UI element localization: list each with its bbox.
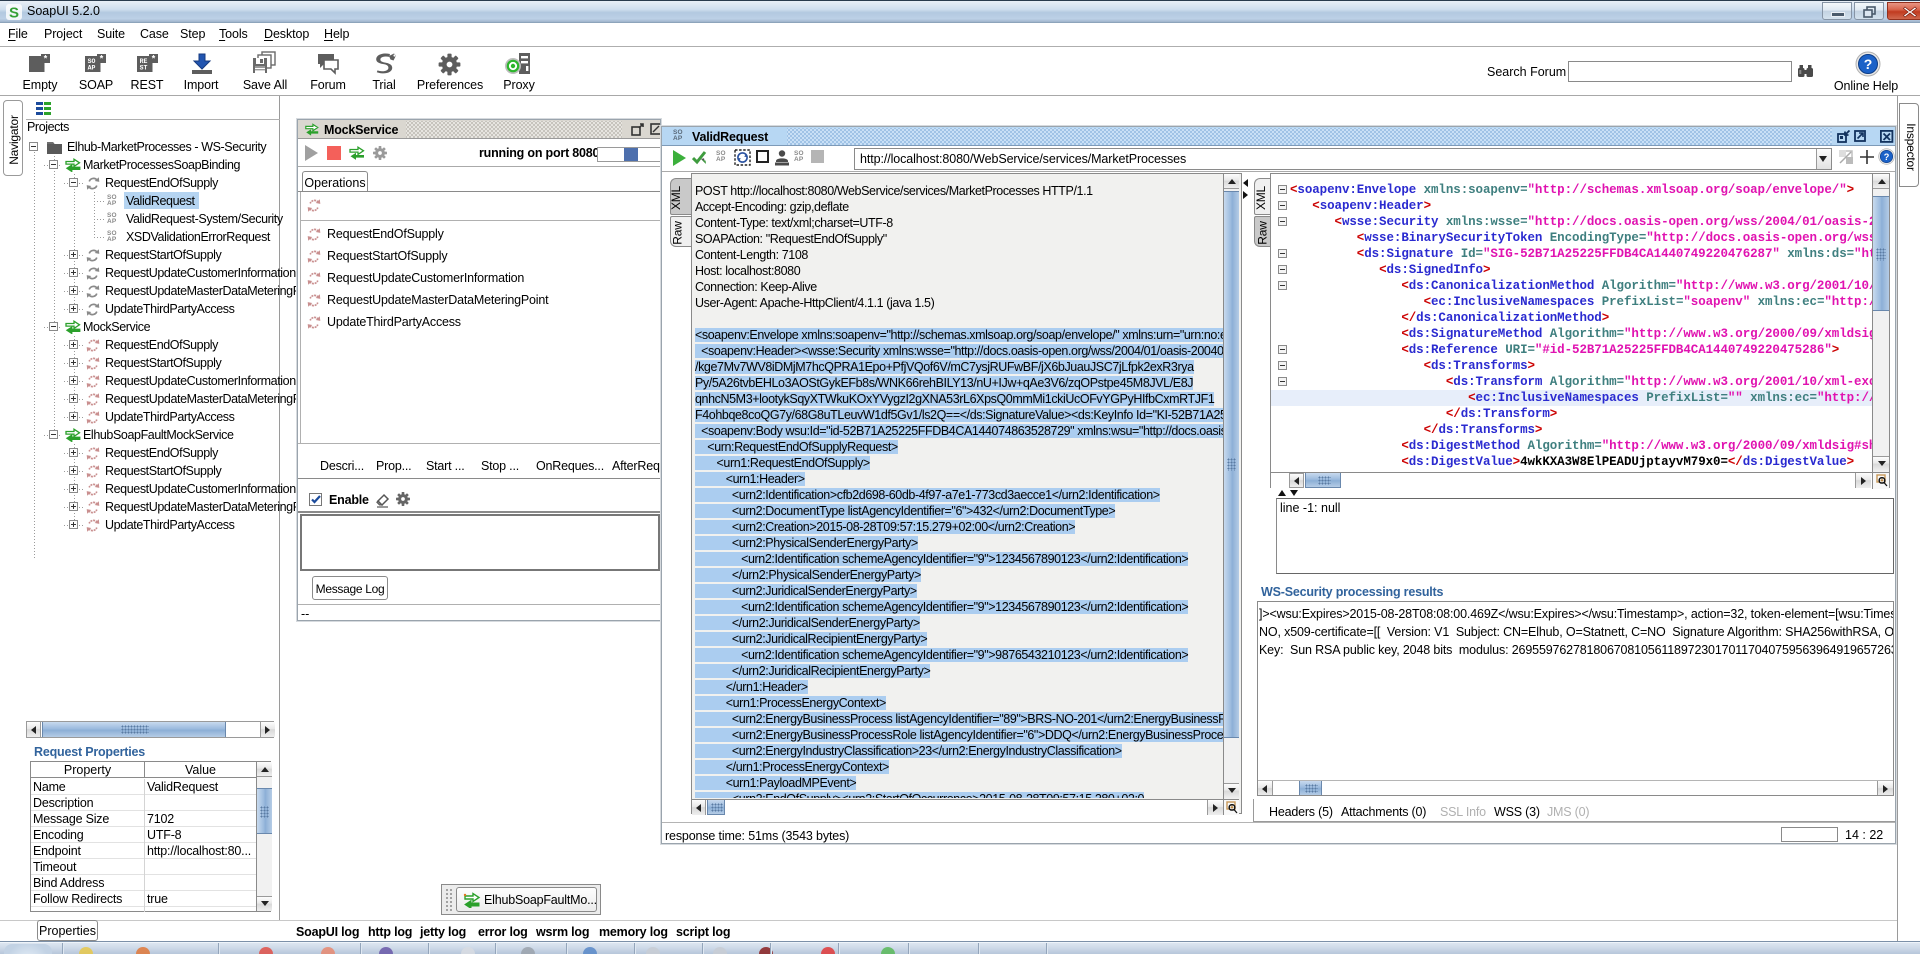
svg-text:*: * [44, 54, 48, 64]
svg-text:*: * [100, 54, 104, 64]
svg-text:*: * [152, 54, 156, 64]
svg-text:?: ? [1864, 56, 1873, 72]
svg-text:AP: AP [88, 65, 96, 72]
svg-text:?: ? [1884, 152, 1890, 162]
svg-text:ST: ST [140, 65, 148, 72]
